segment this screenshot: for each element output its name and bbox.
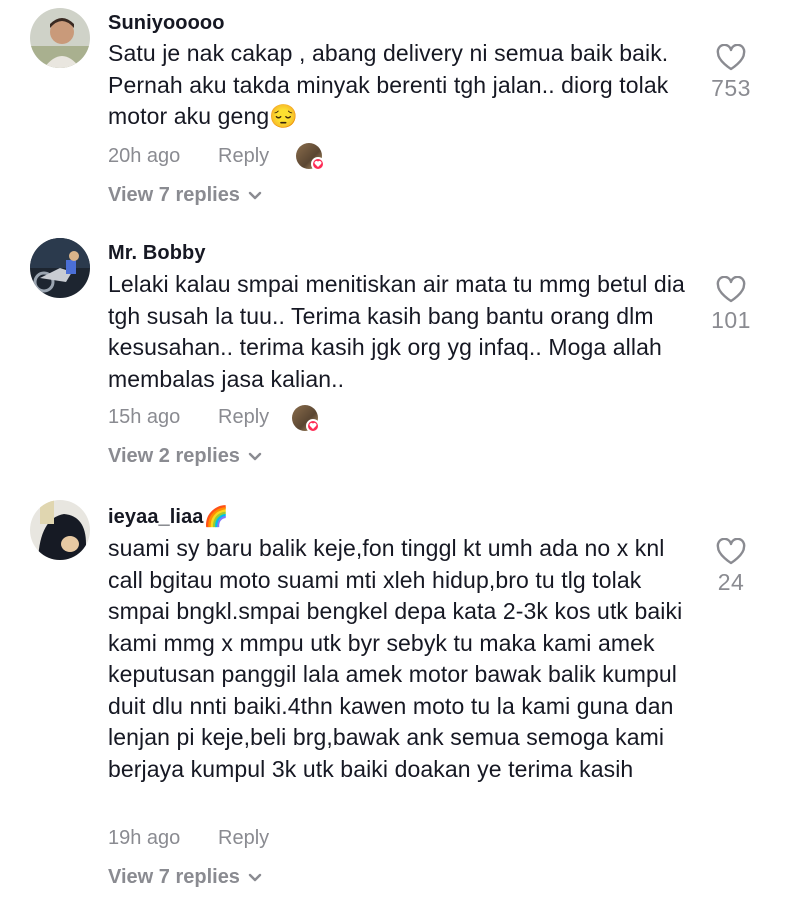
view-replies-label: View 7 replies [108,184,240,206]
view-replies-button[interactable]: View 2 replies [108,445,262,468]
comment-meta: 19h ago Reply [108,827,269,850]
comment-text: Satu je nak cakap , abang delivery ni se… [108,40,669,129]
like-count: 753 [711,75,751,101]
like-count: 24 [717,569,745,595]
heart-outline-icon [716,538,746,565]
comment-timestamp: 20h ago [108,145,181,167]
comment-item: Suniyooooo Satu je nak cakap , abang del… [0,0,786,220]
comment-timestamp: 19h ago [108,827,181,849]
like-button[interactable]: 24 [700,538,762,596]
avatar[interactable] [30,8,90,68]
like-button[interactable]: 753 [700,44,762,102]
view-replies-button[interactable]: View 7 replies [108,184,262,207]
view-replies-label: View 2 replies [108,445,240,467]
view-replies-button[interactable]: View 7 replies [108,866,262,889]
avatar[interactable] [30,238,90,298]
chevron-down-icon [248,873,262,881]
comment-username[interactable]: ieyaa_liaa🌈 [108,504,229,529]
chevron-down-icon [248,452,262,460]
comment-meta: 20h ago Reply [108,145,269,168]
comment-timestamp: 15h ago [108,406,181,428]
comment-username[interactable]: Suniyooooo [108,12,225,35]
reply-button[interactable]: Reply [218,827,269,850]
comment-item: ieyaa_liaa🌈 suami sy baru balik keje,fon… [0,500,786,900]
comment-text: Lelaki kalau smpai menitiskan air mata t… [108,271,685,392]
comment-text: suami sy baru balik keje,fon tinggl kt u… [108,535,683,782]
heart-outline-icon [716,44,746,71]
like-count: 101 [711,307,751,333]
reply-button[interactable]: Reply [218,406,269,429]
creator-liked-heart-icon [311,157,325,171]
comment-item: Mr. Bobby Lelaki kalau smpai menitiskan … [0,238,786,478]
chevron-down-icon [248,191,262,199]
comment-meta: 15h ago Reply [108,406,269,429]
avatar[interactable] [30,500,90,560]
creator-liked-heart-icon [306,419,320,433]
like-button[interactable]: 101 [700,276,762,334]
heart-outline-icon [716,276,746,303]
view-replies-label: View 7 replies [108,866,240,888]
comment-username[interactable]: Mr. Bobby [108,242,206,265]
reply-button[interactable]: Reply [218,145,269,168]
